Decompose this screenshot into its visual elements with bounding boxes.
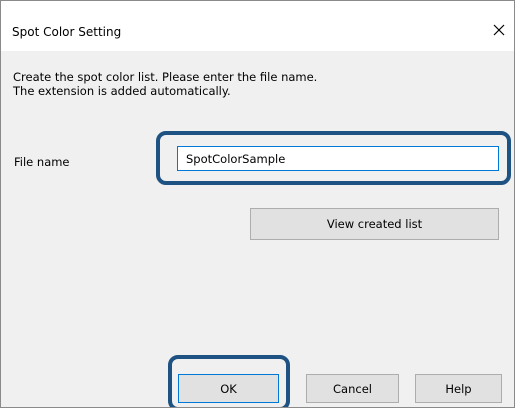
description-line-2: The extension is added automatically.: [13, 84, 231, 98]
title-bar: Spot Color Setting: [1, 1, 514, 45]
help-button[interactable]: Help: [415, 374, 502, 403]
close-button[interactable]: [484, 17, 514, 43]
file-name-label: File name: [14, 155, 70, 169]
close-icon: [493, 24, 505, 36]
ok-button[interactable]: OK: [178, 374, 279, 403]
window-title: Spot Color Setting: [12, 25, 122, 39]
cancel-button[interactable]: Cancel: [306, 374, 399, 403]
spot-color-setting-dialog: Spot Color Setting Create the spot color…: [0, 0, 515, 408]
description-line-1: Create the spot color list. Please enter…: [13, 70, 318, 84]
view-created-list-button[interactable]: View created list: [250, 208, 499, 240]
description-text: Create the spot color list. Please enter…: [13, 70, 317, 98]
dialog-body: Create the spot color list. Please enter…: [1, 51, 514, 407]
file-name-input[interactable]: [177, 146, 499, 171]
